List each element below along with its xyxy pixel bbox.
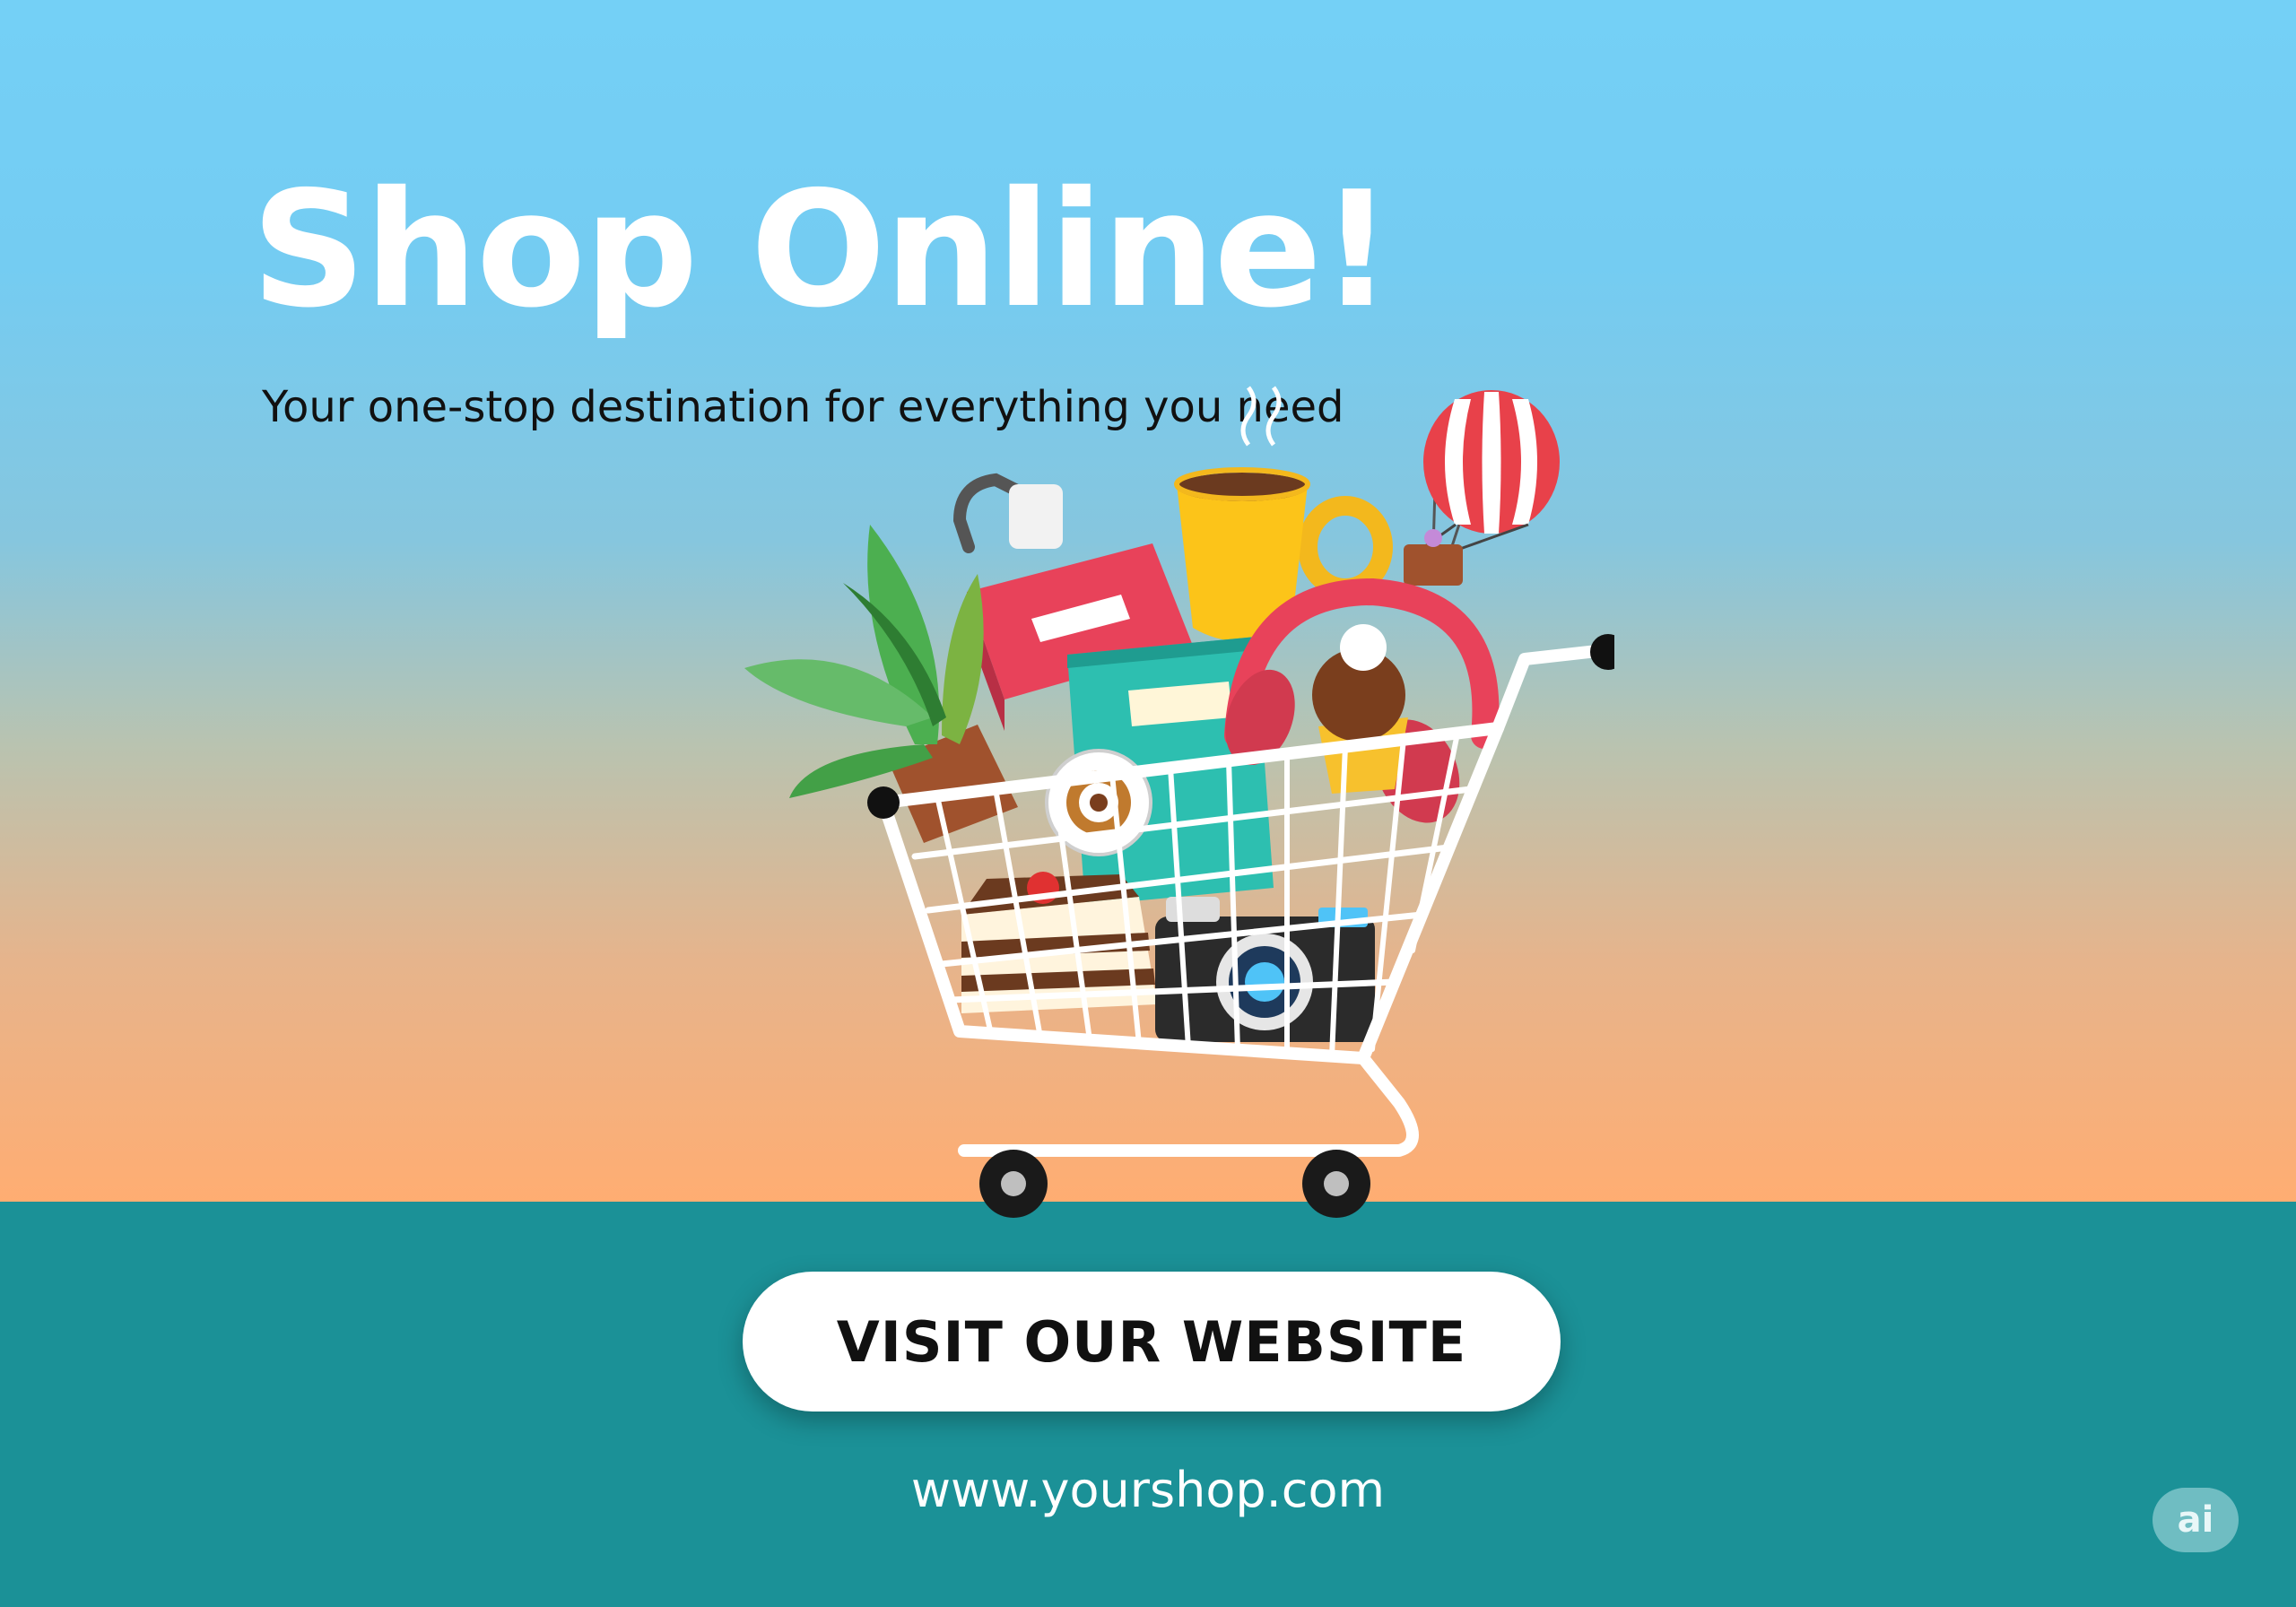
website-url[interactable]: www.yourshop.com bbox=[789, 1462, 1507, 1520]
visit-website-button[interactable]: VISIT OUR WEBSITE bbox=[743, 1272, 1561, 1412]
ai-badge-icon: ai bbox=[2152, 1488, 2239, 1552]
headline: Shop Online! bbox=[251, 157, 1393, 343]
banner: Shop Online! Your one-stop destination f… bbox=[0, 0, 2296, 1607]
cart-bumper-icon bbox=[867, 786, 900, 819]
handbag-icon bbox=[952, 473, 1063, 553]
hot-air-balloon-icon bbox=[1404, 390, 1560, 586]
cart-wheels bbox=[979, 1150, 1370, 1218]
shopping-cart-illustration bbox=[744, 386, 1614, 1218]
cart-handle-grip-icon bbox=[1590, 634, 1614, 670]
cupcake-icon bbox=[1312, 624, 1408, 794]
